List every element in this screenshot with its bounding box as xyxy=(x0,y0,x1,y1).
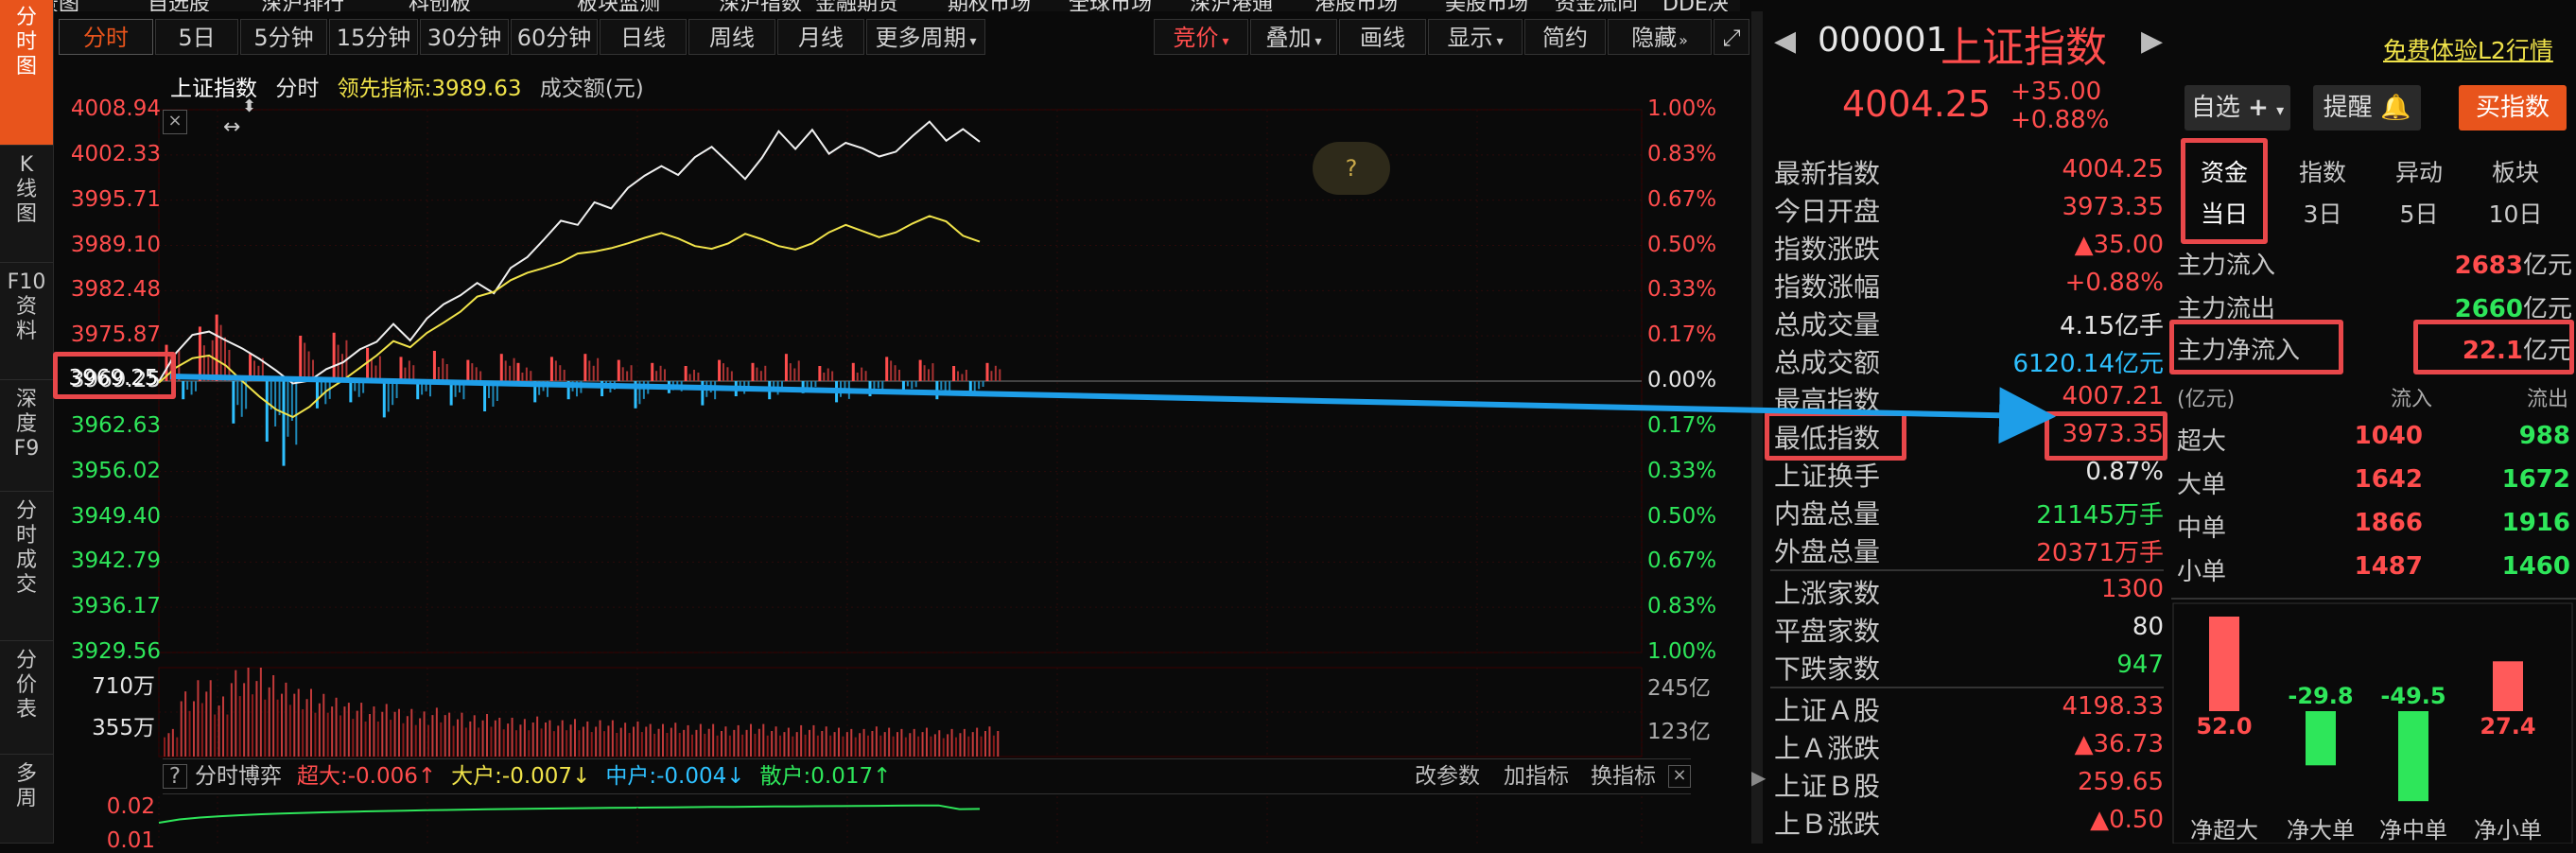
annotation-overlay xyxy=(169,374,2056,444)
annotation-arrow xyxy=(169,374,2056,444)
highlight-prev-close xyxy=(53,352,176,399)
